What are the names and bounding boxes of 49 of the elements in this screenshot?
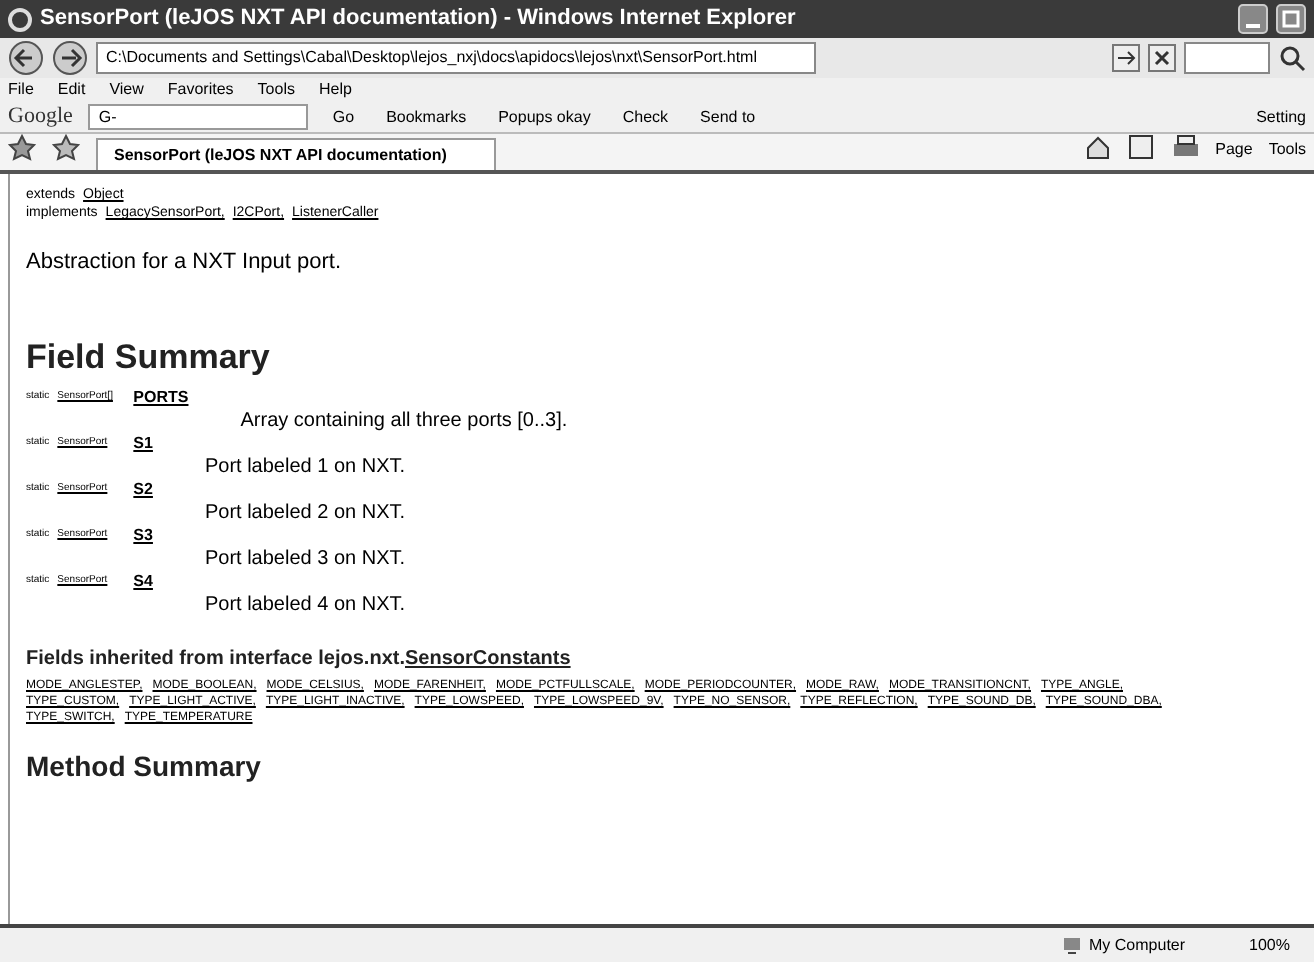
field-link[interactable]: S3 [133,524,153,548]
command-button[interactable]: Page [1215,138,1253,162]
toolbar-button[interactable]: Check [614,105,677,129]
field-link[interactable]: S1 [133,432,153,456]
maximize-icon[interactable] [1276,4,1306,34]
forward-icon[interactable] [52,40,88,76]
field-link[interactable]: S4 [133,570,153,594]
description-text: Abstraction for a NXT Input port. [26,248,344,278]
search-field[interactable] [1184,42,1270,74]
section-subheading: Fields inherited from interface lejos.nxt. [26,646,405,674]
command-button[interactable]: Tools [1268,138,1306,162]
search-field[interactable]: G- [88,104,309,130]
minimize-icon[interactable] [1238,4,1268,34]
section-heading: Field Summary [26,335,272,379]
stop-icon[interactable] [1148,44,1176,72]
field-link[interactable]: S2 [133,478,153,502]
field-description: Port labeled 4 on NXT. [204,592,406,620]
menu-item[interactable]: File [8,78,34,102]
browser-icon[interactable] [8,7,32,31]
settings-button[interactable]: Setting [1256,105,1306,129]
interface-link[interactable]: SensorConstants [405,644,571,674]
zoom-button[interactable]: 100% [1249,933,1290,957]
computer-icon[interactable] [1061,935,1082,955]
window-title: SensorPort (leJOS NXT API documentation) - Windows Internet Explorer [40,4,796,35]
address-field[interactable]: C:\Documents and Settings\Cabal\Desktop\lejos_nxj\docs\apidocs\lejos\nxt\SensorPort.html [96,42,816,74]
menu-item[interactable]: Tools [257,78,295,102]
favorites-icon[interactable] [8,134,36,162]
refresh-icon[interactable] [1112,44,1140,72]
search-icon[interactable] [1278,44,1306,72]
menu-item[interactable]: View [109,78,144,102]
google-logo: Google [8,102,73,133]
toolbar-button[interactable]: Popups okay [490,105,599,129]
toolbar-button[interactable]: Send to [692,105,764,129]
toolbar-button[interactable]: Go [324,105,363,129]
menu-item[interactable]: Favorites [167,78,234,102]
field-link[interactable]: PORTS [133,386,189,410]
toolbar-button[interactable]: Bookmarks [378,105,475,129]
add-favorite-icon[interactable] [52,134,80,162]
printer-icon[interactable] [1171,134,1200,162]
browser-tab[interactable]: SensorPort (leJOS NXT API documentation) [96,138,496,170]
field-description: Port labeled 3 on NXT. [204,546,406,574]
menu-item[interactable]: Edit [57,78,86,102]
section-heading: Method Summary [26,748,263,786]
field-description: Port labeled 1 on NXT. [204,454,406,482]
field-description: Port labeled 2 on NXT. [204,500,406,528]
field-description: Array containing all three ports [0..3]. [240,408,568,436]
zone-text: My Computer [1089,933,1186,957]
back-icon[interactable] [8,40,44,76]
menu-item[interactable]: Help [318,78,352,102]
